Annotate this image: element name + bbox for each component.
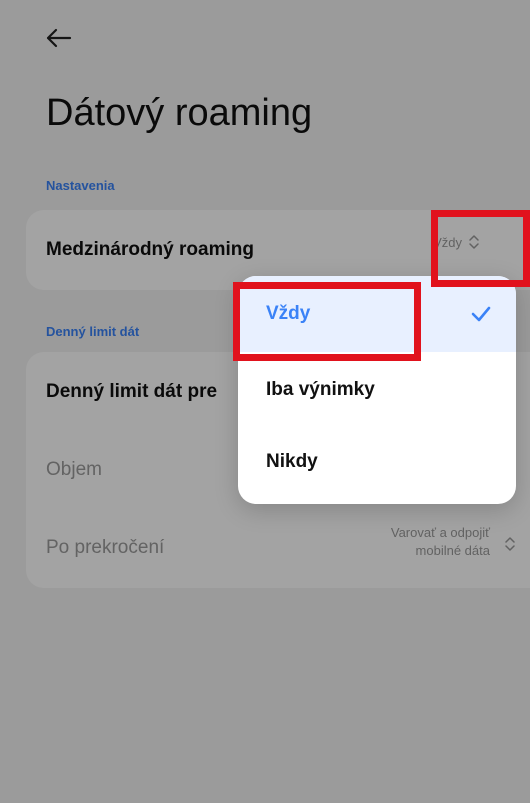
menu-option-nikdy[interactable]: Nikdy [238,424,516,500]
highlight-box-value [431,210,530,287]
highlight-box-option [233,282,421,361]
menu-option-label: Iba výnimky [266,379,375,400]
screen: Dátový roaming Nastavenia Medzinárodný r… [0,0,530,803]
checkmark-icon [470,303,492,325]
menu-option-label: Nikdy [266,451,318,472]
menu-option-iba-vynimky[interactable]: Iba výnimky [238,352,516,428]
